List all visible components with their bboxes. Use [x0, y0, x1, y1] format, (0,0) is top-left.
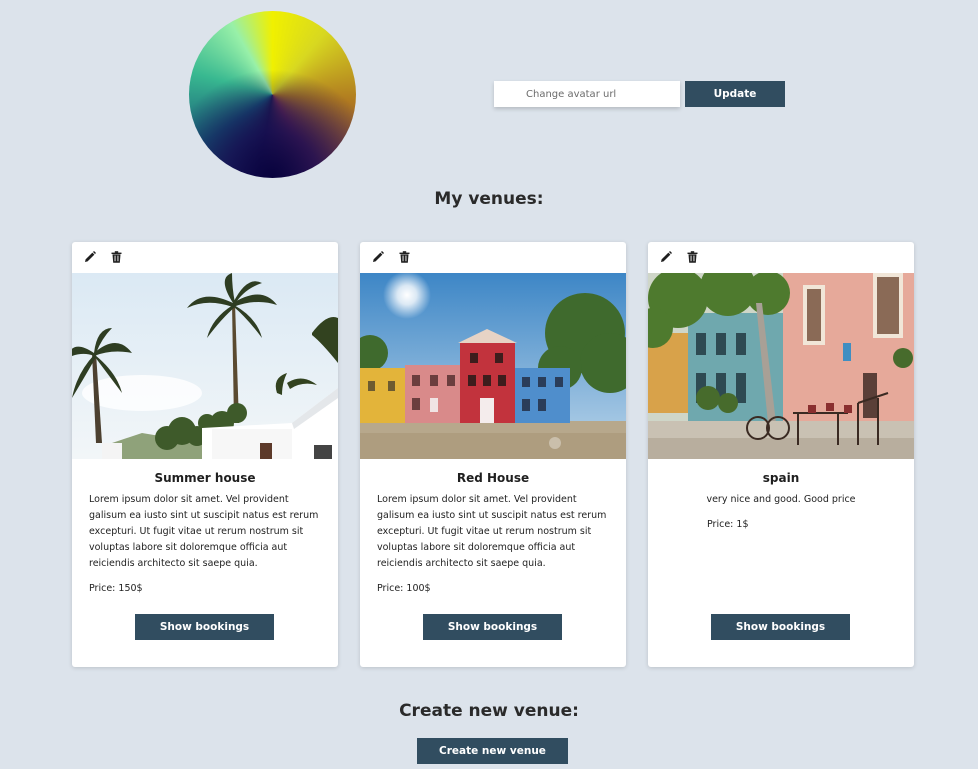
- venue-price: Price: 1$: [707, 519, 749, 530]
- trash-icon[interactable]: [683, 249, 701, 265]
- avatar-url-input[interactable]: [494, 81, 680, 107]
- venue-price: Price: 100$: [377, 583, 431, 594]
- avatar: [189, 11, 356, 178]
- venue-description: Lorem ipsum dolor sit amet. Vel providen…: [89, 494, 319, 569]
- venue-description: very nice and good. Good price: [706, 494, 856, 505]
- venue-title: Red House: [456, 471, 530, 485]
- update-avatar-button[interactable]: Update: [685, 81, 785, 107]
- card-tools: [369, 249, 413, 265]
- pencil-icon[interactable]: [657, 249, 675, 265]
- venue-title: spain: [762, 471, 800, 485]
- venue-card: Red House Lorem ipsum dolor sit amet. Ve…: [360, 242, 626, 667]
- avatar-form: Update: [494, 81, 785, 107]
- create-new-venue-button[interactable]: Create new venue: [417, 738, 568, 764]
- create-venue-title: Create new venue:: [399, 701, 579, 721]
- venue-price: Price: 150$: [89, 583, 143, 594]
- venue-image: [360, 273, 626, 459]
- pencil-icon[interactable]: [369, 249, 387, 265]
- show-bookings-button[interactable]: Show bookings: [135, 614, 274, 640]
- show-bookings-button[interactable]: Show bookings: [711, 614, 850, 640]
- venue-title: Summer house: [154, 471, 256, 485]
- venue-image: [648, 273, 914, 459]
- trash-icon[interactable]: [395, 249, 413, 265]
- show-bookings-button[interactable]: Show bookings: [423, 614, 562, 640]
- card-tools: [657, 249, 701, 265]
- card-tools: [81, 249, 125, 265]
- venue-card: spain very nice and good. Good price Pri…: [648, 242, 914, 667]
- venue-description: Lorem ipsum dolor sit amet. Vel providen…: [377, 494, 607, 569]
- pencil-icon[interactable]: [81, 249, 99, 265]
- venue-card: Summer house Lorem ipsum dolor sit amet.…: [72, 242, 338, 667]
- venue-image: [72, 273, 338, 459]
- my-venues-title: My venues:: [434, 189, 544, 209]
- trash-icon[interactable]: [107, 249, 125, 265]
